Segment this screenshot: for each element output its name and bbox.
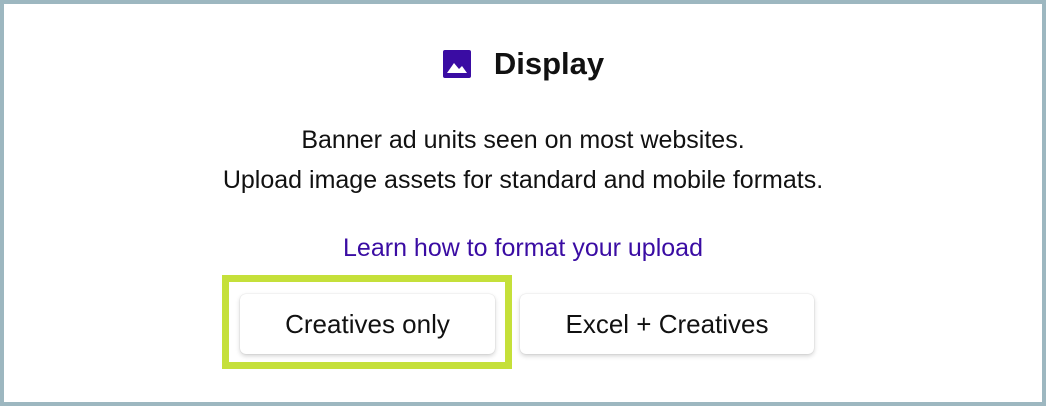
- card-description: Banner ad units seen on most websites. U…: [4, 120, 1042, 200]
- format-help-link[interactable]: Learn how to format your upload: [4, 231, 1042, 265]
- card-header: Display: [4, 46, 1042, 82]
- card-title: Display: [493, 46, 605, 81]
- description-line-2: Upload image assets for standard and mob…: [222, 166, 824, 194]
- description-line-1: Banner ad units seen on most websites.: [301, 126, 745, 154]
- excel-creatives-button[interactable]: Excel + Creatives: [520, 294, 814, 354]
- image-icon: [442, 49, 472, 79]
- creatives-only-button[interactable]: Creatives only: [240, 294, 495, 354]
- upload-option-card: Display Banner ad units seen on most web…: [0, 0, 1046, 406]
